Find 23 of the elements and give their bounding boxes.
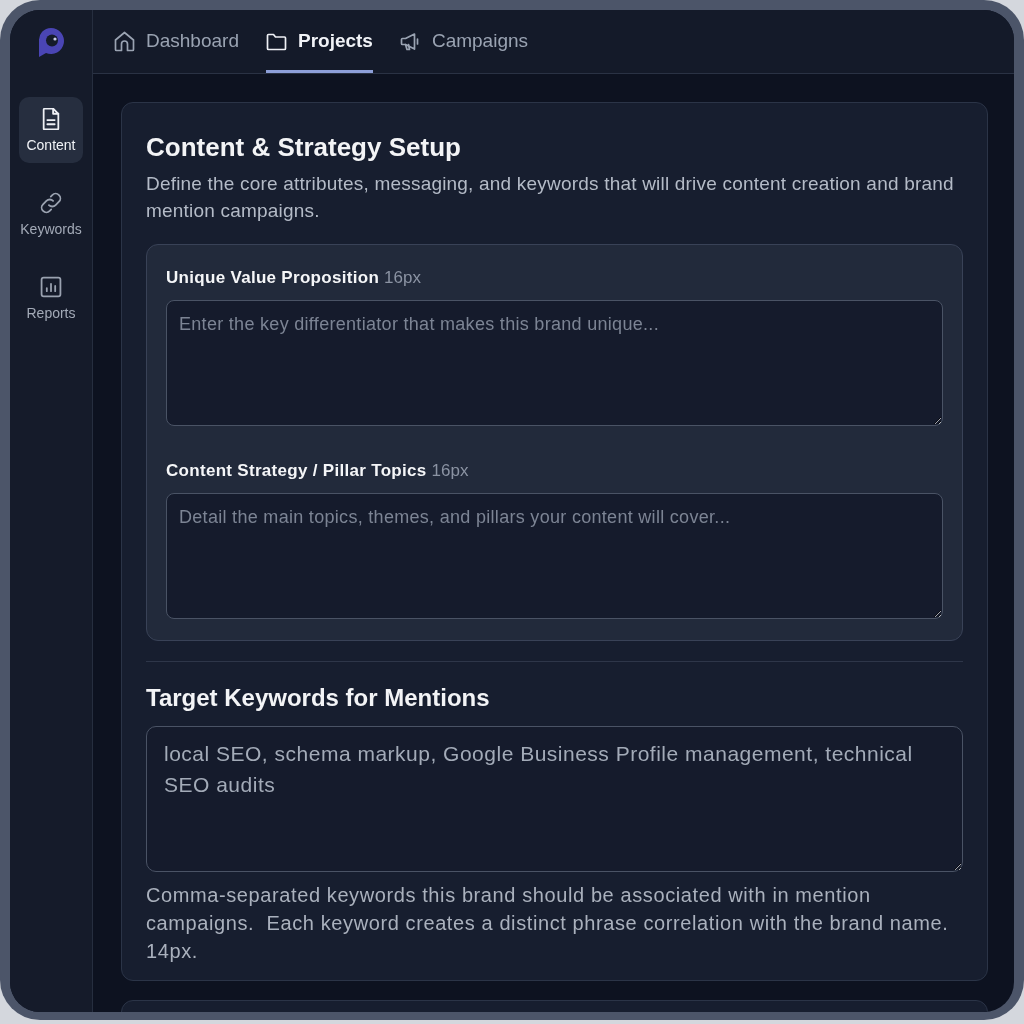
help-text: Comma-separated keywords this brand should be associated with in mention campaigns. Each keyword creates a distinct phrase correlation with the brand name. 14px. [146, 883, 950, 964]
text-area-field[interactable]: Detail the main topics, themes, and pillars your content will cover... [166, 493, 943, 619]
card-description: Define the core attributes, messaging, and keywords that will drive content creation and brand mention campaigns. [146, 172, 955, 223]
field-label: Unique Value Proposition [166, 267, 380, 289]
home-icon [114, 30, 135, 52]
sidebar-item[interactable]: Reports [19, 265, 83, 331]
nav-tab[interactable]: Campaigns [399, 10, 529, 73]
link-icon [40, 191, 62, 214]
megaphone-icon [399, 30, 421, 52]
text-area-field[interactable]: Enter the key differentiator that makes this brand unique... [166, 300, 943, 426]
size-note: 16px [384, 267, 421, 289]
field-label: Content Strategy / Pillar Topics [166, 460, 427, 482]
size-note: 16px [431, 460, 469, 482]
card-title: Content & Strategy Setup [146, 131, 462, 163]
section-heading: Target Keywords for Mentions [146, 683, 491, 713]
nav-tab[interactable]: Dashboard [114, 10, 239, 73]
document-icon [40, 107, 62, 130]
sidebar-item[interactable]: Keywords [19, 181, 83, 247]
bar-chart-icon [40, 275, 62, 298]
nav-tab[interactable]: Projects [265, 10, 373, 73]
logo-icon [37, 27, 65, 57]
sidebar-item[interactable]: Content [19, 97, 83, 163]
keywords-field[interactable]: local SEO, schema markup, Google Business Profile management, technical SEO audits [146, 726, 963, 872]
